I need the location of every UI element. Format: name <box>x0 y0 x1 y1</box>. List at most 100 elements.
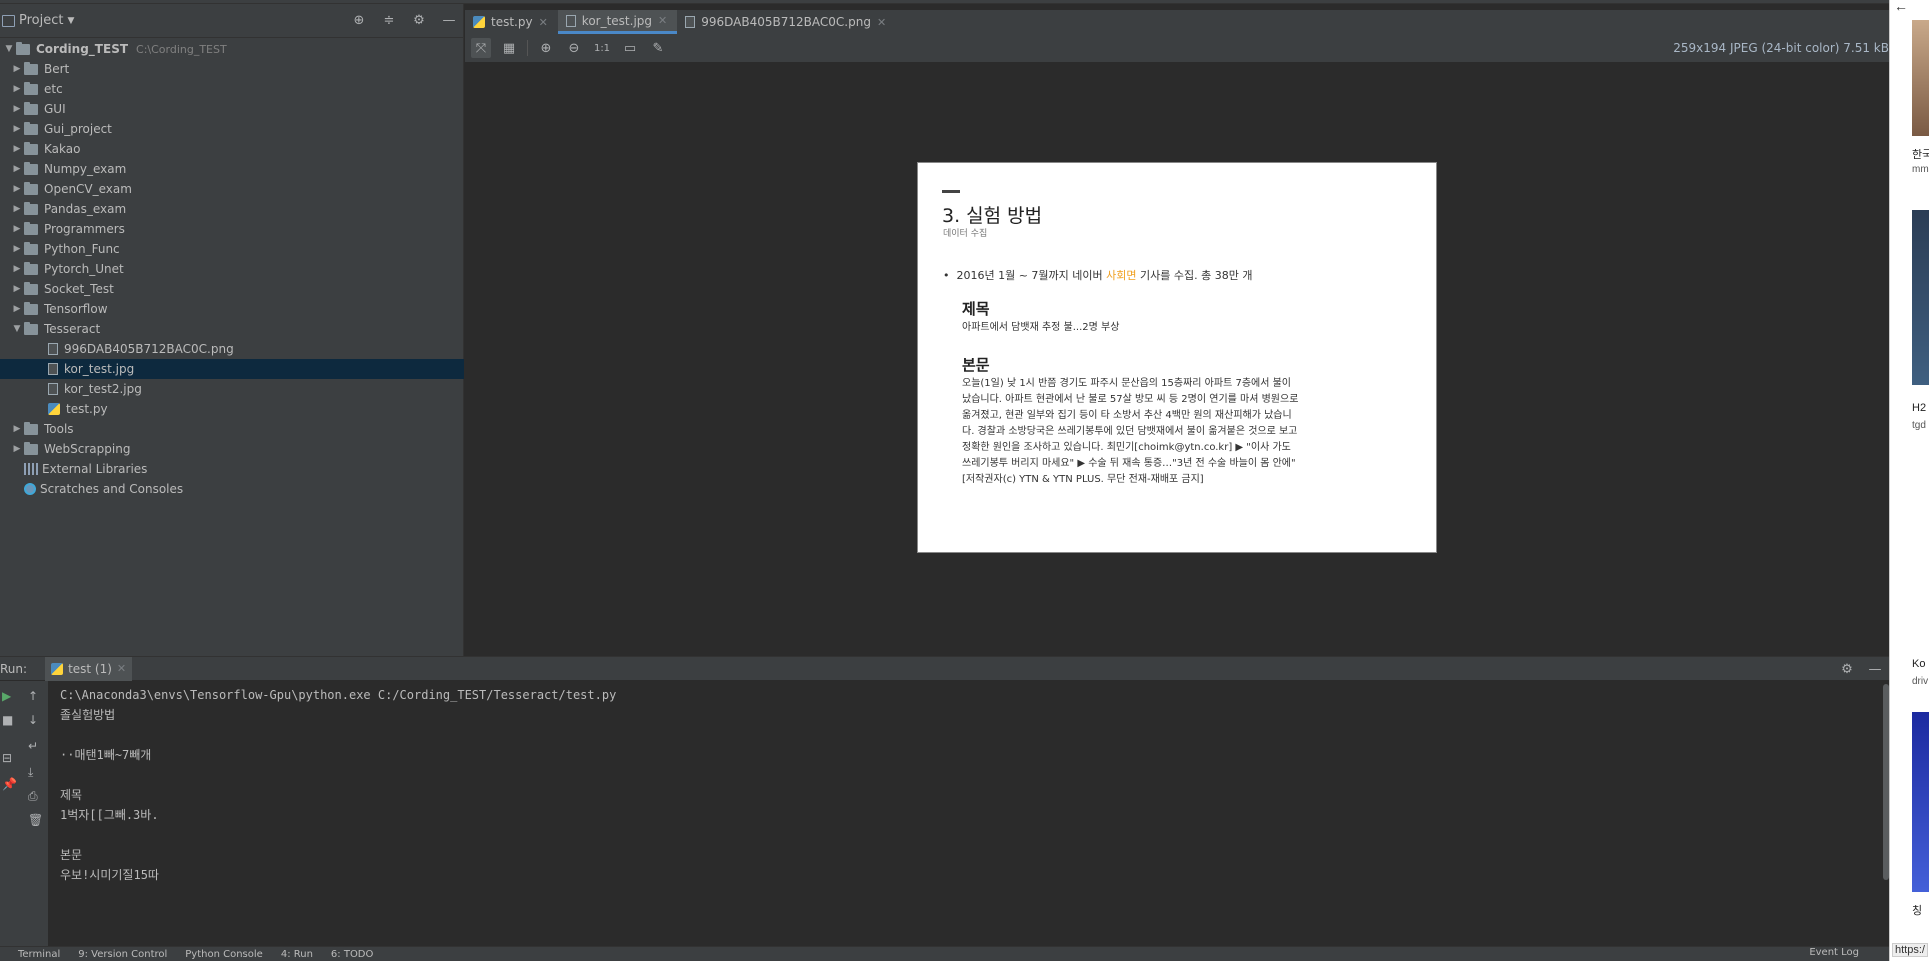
soft-wrap-icon[interactable]: ↵ <box>28 739 38 753</box>
editor-tab[interactable]: test.py ✕ <box>465 10 558 34</box>
image-info: 259x194 JPEG (24-bit color) 7.51 kB <box>1673 41 1889 55</box>
color-picker-icon[interactable]: ✎ <box>648 38 668 58</box>
terminal-tool-button[interactable]: Terminal <box>18 949 60 960</box>
arrow-down-icon[interactable]: ↓ <box>28 713 38 727</box>
actual-size-button[interactable]: 1:1 <box>592 38 612 58</box>
result-title[interactable]: H2 <box>1912 402 1926 414</box>
python-console-tool-button[interactable]: Python Console <box>185 949 263 960</box>
version-control-tool-button[interactable]: 9: Version Control <box>78 949 167 960</box>
tree-item[interactable]: External Libraries <box>0 459 464 479</box>
thumbnail-image[interactable] <box>1912 712 1929 892</box>
chevron-down-icon[interactable]: ▼ <box>10 324 24 334</box>
thumbnail-image[interactable] <box>1912 210 1929 385</box>
slide-bullet: • 2016년 1월 ~ 7월까지 네이버 사회면 기사를 수집. 총 38만 … <box>943 269 1253 282</box>
todo-tool-button[interactable]: 6: TODO <box>331 949 373 960</box>
chevron-right-icon[interactable]: ▶ <box>10 424 24 434</box>
run-tool-button[interactable]: 4: Run <box>281 949 313 960</box>
rerun-icon[interactable]: ▶ <box>2 689 11 703</box>
event-log-button[interactable]: Event Log <box>1809 947 1859 958</box>
close-icon[interactable]: ✕ <box>117 662 126 675</box>
arrow-up-icon[interactable]: ↑ <box>28 689 38 703</box>
thumbnail-image[interactable] <box>1912 20 1929 136</box>
pin-icon[interactable]: 📌 <box>2 777 17 791</box>
gear-icon[interactable]: ⚙ <box>1839 661 1855 677</box>
close-icon[interactable]: ✕ <box>658 14 667 27</box>
minimize-icon[interactable]: — <box>1867 661 1883 677</box>
zoom-in-icon[interactable]: ⊕ <box>536 38 556 58</box>
gear-icon[interactable]: ⚙ <box>411 12 427 28</box>
chevron-right-icon[interactable]: ▶ <box>10 164 24 174</box>
tree-item[interactable]: Scratches and Consoles <box>0 479 464 499</box>
scroll-to-end-icon[interactable]: ⤓ <box>28 765 33 780</box>
chevron-right-icon[interactable]: ▶ <box>10 264 24 274</box>
close-icon[interactable]: ✕ <box>877 16 886 29</box>
chevron-right-icon[interactable]: ▶ <box>10 84 24 94</box>
chevron-right-icon[interactable]: ▶ <box>10 184 24 194</box>
collapse-all-icon[interactable]: ≑ <box>381 12 397 28</box>
result-title[interactable]: 칭 <box>1912 902 1922 918</box>
tree-item[interactable]: 996DAB405B712BAC0C.png <box>0 339 464 359</box>
tree-item[interactable]: kor_test.jpg <box>0 359 464 379</box>
console-line: ··매탠1빼~7빼개 <box>60 748 152 762</box>
tree-item-label: Tools <box>44 422 74 436</box>
bullet-prefix: 2016년 1월 ~ 7월까지 네이버 <box>956 269 1107 282</box>
stop-icon[interactable]: ■ <box>2 713 13 727</box>
editor-tab[interactable]: 996DAB405B712BAC0C.png ✕ <box>677 10 896 34</box>
tree-item[interactable]: ▶ GUI <box>0 99 464 119</box>
trash-icon[interactable]: 🗑 <box>28 813 43 827</box>
fit-zoom-icon[interactable]: ▭ <box>620 38 640 58</box>
print-icon[interactable]: ⎙ <box>28 789 38 804</box>
tree-item[interactable]: ▶ Tools <box>0 419 464 439</box>
console-output[interactable]: C:\Anaconda3\envs\Tensorflow-Gpu\python.… <box>48 681 1884 946</box>
project-tool-window: Project ▼ ⊕ ≑ ⚙ — ▼ Cording_TEST C:\Cordin… <box>0 4 464 656</box>
image-preview: 3. 실험 방법 데이터 수집 • 2016년 1월 ~ 7월까지 네이버 사회… <box>917 162 1437 553</box>
result-title[interactable]: Ko <box>1912 658 1925 670</box>
tree-item[interactable]: ▶ Bert <box>0 59 464 79</box>
chevron-right-icon[interactable]: ▶ <box>10 304 24 314</box>
minimize-icon[interactable]: — <box>441 12 457 28</box>
tree-item[interactable]: ▶ Gui_project <box>0 119 464 139</box>
run-tab[interactable]: test (1) ✕ <box>45 656 133 681</box>
tree-item[interactable]: ▶ etc <box>0 79 464 99</box>
chevron-right-icon[interactable]: ▶ <box>10 224 24 234</box>
editor-tab[interactable]: kor_test.jpg ✕ <box>557 10 678 34</box>
chevron-right-icon[interactable]: ▶ <box>10 104 24 114</box>
tree-item[interactable]: ▶ OpenCV_exam <box>0 179 464 199</box>
python-icon <box>48 403 60 415</box>
result-title[interactable]: 한국 <box>1912 146 1929 162</box>
tree-item[interactable]: ▶ Tensorflow <box>0 299 464 319</box>
chevron-right-icon[interactable]: ▶ <box>10 284 24 294</box>
project-view-selector[interactable]: Project ▼ <box>2 13 74 28</box>
close-icon[interactable]: ✕ <box>539 16 548 29</box>
tree-item[interactable]: ▶ Kakao <box>0 139 464 159</box>
tree-item[interactable]: ▶ Numpy_exam <box>0 159 464 179</box>
fit-icon[interactable]: ⤧ <box>471 38 491 58</box>
locate-icon[interactable]: ⊕ <box>351 12 367 28</box>
tree-item[interactable]: ▶ Programmers <box>0 219 464 239</box>
chevron-down-icon[interactable]: ▼ <box>2 44 16 54</box>
tree-item[interactable]: test.py <box>0 399 464 419</box>
tree-item[interactable]: ▼ Tesseract <box>0 319 464 339</box>
tree-item[interactable]: ▶ Pandas_exam <box>0 199 464 219</box>
chevron-right-icon[interactable]: ▶ <box>10 244 24 254</box>
tree-item[interactable]: ▶ Socket_Test <box>0 279 464 299</box>
image-editor-toolbar: ⤧ ▦ ⊕ ⊖ 1:1 ▭ ✎ 259x194 JPEG (24-bit col… <box>465 34 1889 62</box>
tree-item[interactable]: ▶ Python_Func <box>0 239 464 259</box>
chevron-right-icon[interactable]: ▶ <box>10 64 24 74</box>
tree-item-label: kor_test.jpg <box>64 362 135 376</box>
chevron-right-icon[interactable]: ▶ <box>10 444 24 454</box>
layout-icon[interactable]: ⊟ <box>2 751 12 765</box>
zoom-out-icon[interactable]: ⊖ <box>564 38 584 58</box>
root-path-hint: C:\Cording_TEST <box>136 42 227 56</box>
tree-item-label: Programmers <box>44 222 125 236</box>
chevron-right-icon[interactable]: ▶ <box>10 144 24 154</box>
tree-item[interactable]: ▶ WebScrapping <box>0 439 464 459</box>
grid-icon[interactable]: ▦ <box>499 38 519 58</box>
folder-icon <box>24 141 38 155</box>
chevron-right-icon[interactable]: ▶ <box>10 204 24 214</box>
tree-item[interactable]: ▼ Cording_TEST C:\Cording_TEST <box>0 39 464 59</box>
tree-item[interactable]: ▶ Pytorch_Unet <box>0 259 464 279</box>
chevron-right-icon[interactable]: ▶ <box>10 124 24 134</box>
tree-item[interactable]: kor_test2.jpg <box>0 379 464 399</box>
back-arrow-icon[interactable]: ← <box>1894 0 1908 14</box>
